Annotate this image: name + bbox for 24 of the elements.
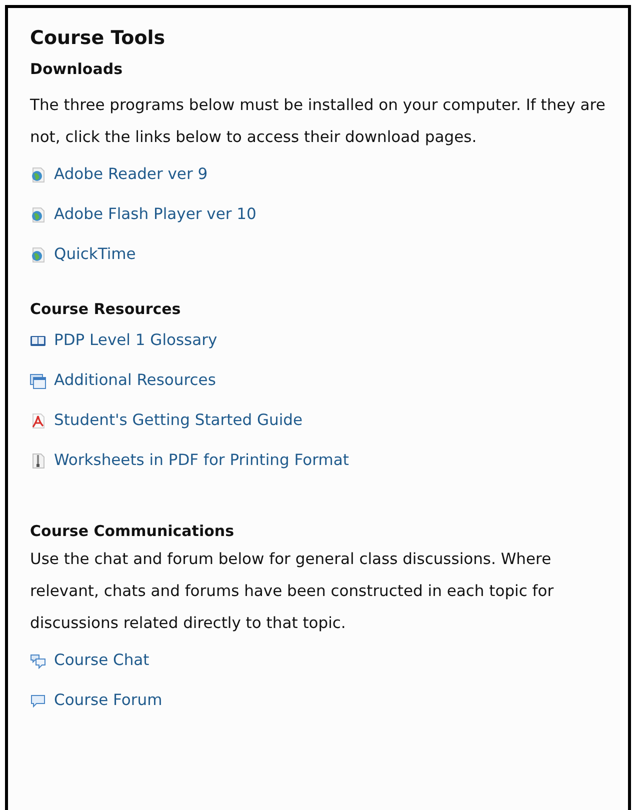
link[interactable]: Adobe Flash Player ver 10 [54,203,256,227]
link[interactable]: QuickTime [54,243,136,267]
book-icon [30,333,46,349]
section-heading: Downloads [30,59,124,80]
globe-icon [30,167,46,183]
section-text: The three programs below must be installed on your computer. If they are not, click the links below to access their download pages. [30,95,606,148]
pdf-icon [30,413,46,429]
link[interactable]: Course Forum [54,689,162,713]
section-heading: Course Communications [30,521,236,542]
chat-icon [30,653,46,669]
panel-title: Course Tools [30,26,166,51]
window-icon [30,373,46,389]
link[interactable]: Student's Getting Started Guide [54,409,303,433]
globe-icon [30,207,46,223]
link[interactable]: PDP Level 1 Glossary [54,329,218,353]
link[interactable]: Worksheets in PDF for Printing Format [54,449,349,473]
section-text: Use the chat and forum below for general class discussions. Where relevant, chats and forums have been constructed in each topic for discussions related directly to that topic. [30,549,555,634]
file-icon [30,453,46,469]
section-heading: Course Resources [30,299,182,320]
link[interactable]: Additional Resources [54,369,216,393]
globe-icon [30,247,46,263]
link[interactable]: Course Chat [54,649,150,673]
link[interactable]: Adobe Reader ver 9 [54,163,208,187]
speech-bubble-icon [30,693,46,709]
